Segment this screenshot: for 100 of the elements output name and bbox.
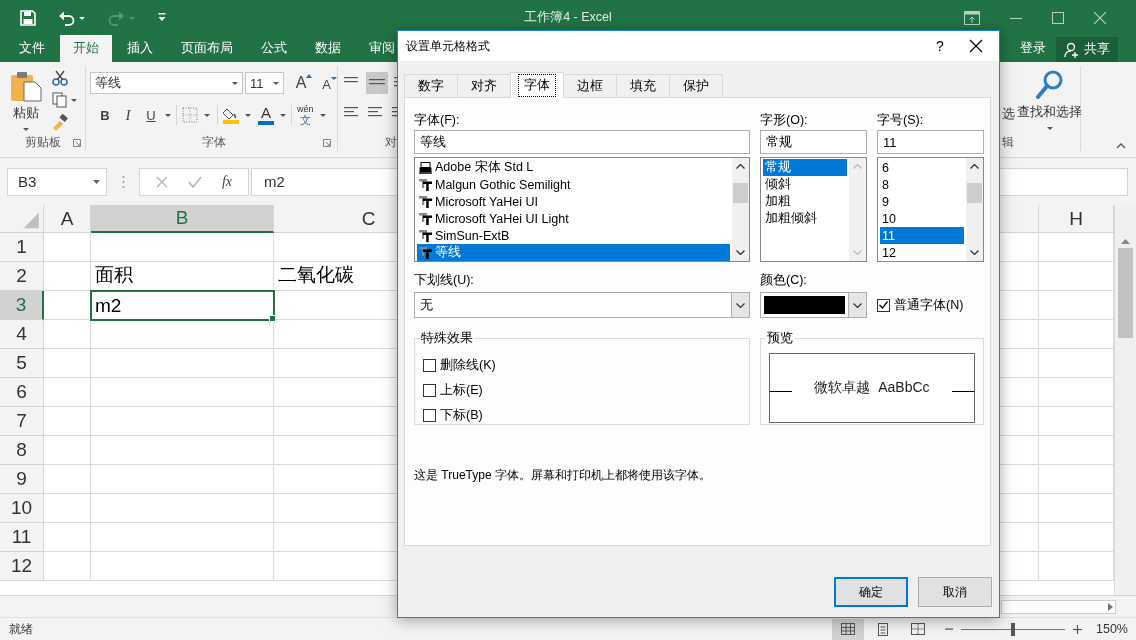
active-cell[interactable]: m2 [91,291,274,320]
size-field[interactable]: 11 [877,130,984,154]
ribbon-display-icon[interactable] [964,10,980,25]
row-header[interactable]: 6 [0,378,44,407]
grow-font-button[interactable]: A [295,74,313,92]
column-header[interactable]: B [91,205,274,233]
color-dropdown[interactable] [760,292,867,318]
style-list[interactable]: 常规 倾斜 加粗 加粗倾斜 [760,157,867,262]
font-field[interactable]: 等线 [414,130,750,154]
effect-checkbox[interactable]: 上标(E) [423,378,741,403]
row-header[interactable]: 12 [0,552,44,581]
font-size-combobox[interactable]: 11 [244,72,284,94]
ribbon-tab[interactable]: 文件 [6,35,58,62]
font-list-item[interactable]: Adobe 宋体 Std L [417,159,730,176]
paste-button[interactable]: 粘贴 [0,66,50,133]
name-box[interactable]: B3 [7,167,107,196]
shrink-font-button[interactable]: A [322,74,337,92]
scrollbar-thumb[interactable] [967,182,982,203]
row-header[interactable]: 4 [0,320,44,349]
size-list-item[interactable]: 9 [880,193,964,210]
horizontal-scrollbar[interactable] [1001,599,1116,614]
bold-button[interactable]: B [96,107,114,123]
dialog-tab[interactable]: 字体 [510,72,564,98]
zoom-level[interactable]: 150% [1096,622,1128,636]
ribbon-tab[interactable]: 页面布局 [168,35,246,62]
size-list-item[interactable]: 11 [880,227,964,244]
row-header[interactable]: 10 [0,494,44,523]
size-list-item[interactable]: 12 [880,244,964,261]
normal-view-button[interactable] [832,618,864,640]
dialog-launcher-icon[interactable] [323,139,331,147]
style-list-item[interactable]: 常规 [763,159,847,176]
close-icon[interactable] [969,39,983,53]
effect-checkbox[interactable]: 删除线(K) [423,353,741,378]
maximize-icon[interactable] [1052,11,1064,24]
zoom-in-icon[interactable] [1073,624,1082,634]
scroll-down-icon[interactable] [736,250,745,255]
size-list-item[interactable]: 8 [880,176,964,193]
format-painter-icon[interactable] [52,114,68,130]
row-header[interactable]: 7 [0,407,44,436]
ribbon-tab[interactable]: 数据 [302,35,354,62]
help-button[interactable]: ? [925,38,955,54]
cancel-button[interactable]: 取消 [918,577,992,607]
insert-function-button[interactable]: fx [221,173,232,190]
font-name-combobox[interactable]: 等线 [90,72,243,94]
copy-icon[interactable] [52,92,78,108]
size-list[interactable]: 6 8 9 10 11 12 [877,157,984,262]
underline-dropdown[interactable]: 无 [414,292,750,318]
sign-in-link[interactable]: 登录 [1020,35,1046,62]
dialog-launcher-icon[interactable] [73,139,81,147]
normal-font-checkbox[interactable]: 普通字体(N) [877,292,984,318]
row-header[interactable]: 8 [0,436,44,465]
style-list-item[interactable]: 加粗倾斜 [763,210,847,227]
caret-icon[interactable] [165,113,171,117]
column-header[interactable]: A [44,205,91,233]
paste-icon [10,70,42,102]
effect-checkbox[interactable]: 下标(B) [423,403,741,428]
scroll-down-icon[interactable] [970,250,979,255]
checkmark-icon [879,301,888,309]
fill-color-icon[interactable] [223,106,253,124]
ok-button[interactable]: 确定 [834,577,908,607]
share-button[interactable]: 共享 [1056,37,1118,62]
dialog-tab[interactable]: 保护 [669,74,723,97]
style-list-item[interactable]: 倾斜 [763,176,847,193]
collapse-ribbon-icon[interactable] [1116,143,1126,149]
undo-icon[interactable] [58,9,86,26]
style-field[interactable]: 常规 [760,130,867,154]
font-list[interactable]: Adobe 宋体 Std L Malgun Gothic Semilight Microsoft YaHei UI Microsoft YaHei UI Light SimSun-ExtB 等线 [414,157,750,262]
align-middle-icon[interactable] [366,72,388,94]
ribbon-tab[interactable]: 插入 [114,35,166,62]
table-cell [44,436,91,465]
scissors-icon[interactable] [52,70,68,86]
italic-button[interactable]: I [119,106,137,124]
scrollbar-thumb[interactable] [733,182,748,203]
underline-button[interactable]: U [142,107,160,123]
customize-icon[interactable] [158,13,166,22]
dialog-tab[interactable]: 数字 [404,74,458,97]
drag-handle-icon[interactable] [122,174,125,189]
find-select-button[interactable]: 查找和选择 [1015,66,1082,130]
row-header[interactable]: 9 [0,465,44,494]
scroll-up-icon[interactable] [736,164,745,169]
ribbon-tab[interactable]: 公式 [248,35,300,62]
scrollbar-thumb[interactable] [1118,248,1133,338]
size-list-item[interactable]: 10 [880,210,964,227]
ribbon-tab[interactable]: 开始 [60,35,112,62]
row-header[interactable]: 1 [0,233,44,262]
phonetic-button[interactable]: wén 文 [297,104,326,126]
column-header[interactable]: H [1039,205,1114,233]
style-list-item[interactable]: 加粗 [763,193,847,210]
row-header[interactable]: 2 [0,262,44,291]
font-color-button[interactable]: A [258,105,286,125]
row-header[interactable]: 11 [0,523,44,552]
size-list-item[interactable]: 6 [880,159,964,176]
save-icon[interactable] [20,9,36,26]
row-header[interactable]: 3 [0,291,44,320]
font-list-item[interactable]: 等线 [417,244,730,261]
check-icon[interactable] [187,175,202,188]
row-header[interactable]: 5 [0,349,44,378]
font-list-item[interactable]: Malgun Gothic Semilight [417,176,730,193]
search-icon [1035,70,1064,100]
scroll-up-icon[interactable] [970,164,979,169]
